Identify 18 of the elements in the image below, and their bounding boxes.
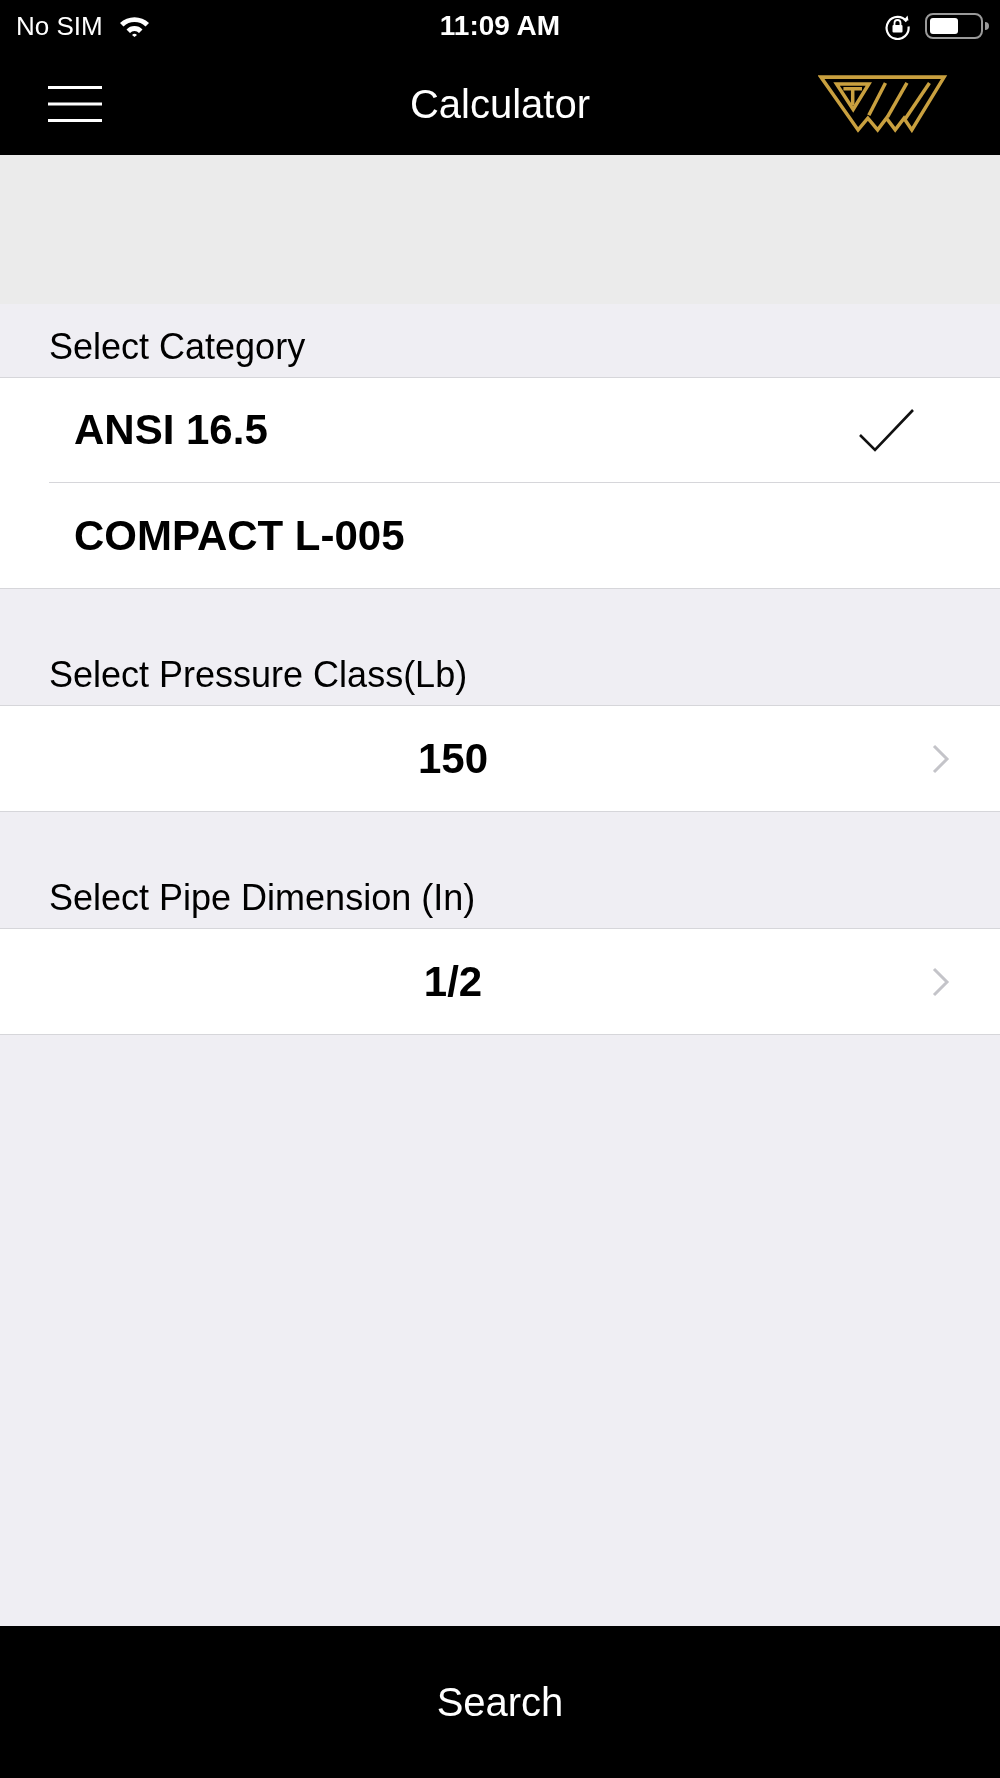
clock-time: 11:09 AM: [439, 10, 561, 42]
category-option[interactable]: ANSI 16.5: [49, 378, 1000, 483]
carrier-label: No SIM: [16, 11, 103, 41]
chevron-right-icon: [932, 966, 950, 997]
section-header: Select Pipe Dimension (In): [49, 877, 476, 919]
checkmark-icon: [858, 408, 915, 452]
picker-row[interactable]: 1/2: [0, 929, 1000, 1034]
battery-icon: [925, 13, 989, 39]
search-button[interactable]: Search: [0, 1626, 1000, 1778]
chevron-right-icon: [932, 743, 950, 774]
picker-row[interactable]: 150: [0, 706, 1000, 811]
section-header: Select Pressure Class(Lb): [49, 654, 468, 696]
category-option[interactable]: COMPACT L-005: [49, 483, 1000, 588]
triangle-logo-icon: [818, 74, 948, 133]
section-header: Select Category: [49, 326, 306, 368]
menu-icon[interactable]: [48, 85, 102, 122]
screen-title: Calculator: [409, 80, 591, 127]
wifi-icon: [118, 15, 150, 37]
